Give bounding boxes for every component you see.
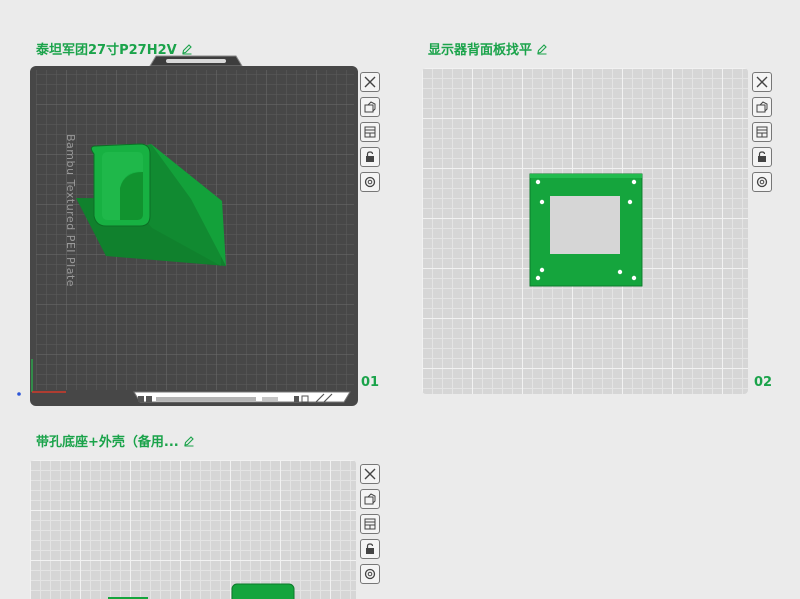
plate-3-model (108, 583, 295, 599)
plate-3-toolbar (360, 464, 382, 584)
close-icon (364, 468, 376, 480)
bed-plate-label: Bambu Textured PEI Plate (64, 134, 77, 288)
settings-icon (364, 176, 376, 188)
plate-3-title-text: 带孔底座+外壳（备用... (36, 435, 179, 450)
plate-settings-button[interactable] (752, 172, 772, 192)
lock-icon (366, 543, 374, 554)
plate-2-bed[interactable] (422, 68, 748, 394)
plate-2-title[interactable]: 显示器背面板找平 (428, 39, 548, 58)
lock-icon (758, 151, 766, 162)
arrange-button[interactable] (752, 122, 772, 142)
close-icon (364, 76, 376, 88)
arrange-icon (364, 518, 376, 530)
lock-plate-button[interactable] (752, 147, 772, 167)
orient-icon (364, 493, 376, 505)
plate-2-toolbar (752, 72, 774, 192)
remove-plate-button[interactable] (752, 72, 772, 92)
lock-plate-button[interactable] (360, 147, 380, 167)
edit-icon[interactable] (183, 435, 195, 447)
plate-2-number: 02 (754, 375, 773, 390)
arrange-icon (756, 126, 768, 138)
plate-1-toolbar (360, 72, 382, 192)
plate-3-title[interactable]: 带孔底座+外壳（备用... (36, 431, 195, 450)
remove-plate-button[interactable] (360, 72, 380, 92)
plate-1-bed[interactable]: Bambu Textured PEI Plate (16, 54, 361, 410)
orient-icon (756, 101, 768, 113)
arrange-icon (364, 126, 376, 138)
auto-orient-button[interactable] (360, 97, 380, 117)
arrange-button[interactable] (360, 122, 380, 142)
settings-icon (756, 176, 768, 188)
edit-icon[interactable] (181, 43, 193, 55)
plate-2-model (529, 173, 643, 287)
plate-2-title-text: 显示器背面板找平 (428, 43, 533, 58)
close-icon (756, 76, 768, 88)
arrange-button[interactable] (360, 514, 380, 534)
plate-3-bed[interactable] (30, 460, 356, 599)
remove-plate-button[interactable] (360, 464, 380, 484)
plate-settings-button[interactable] (360, 172, 380, 192)
lock-icon (366, 151, 374, 162)
lock-plate-button[interactable] (360, 539, 380, 559)
plate-1-number: 01 (361, 375, 380, 390)
settings-icon (364, 568, 376, 580)
orient-icon (364, 101, 376, 113)
auto-orient-button[interactable] (360, 489, 380, 509)
plate-settings-button[interactable] (360, 564, 380, 584)
edit-icon[interactable] (536, 43, 548, 55)
auto-orient-button[interactable] (752, 97, 772, 117)
